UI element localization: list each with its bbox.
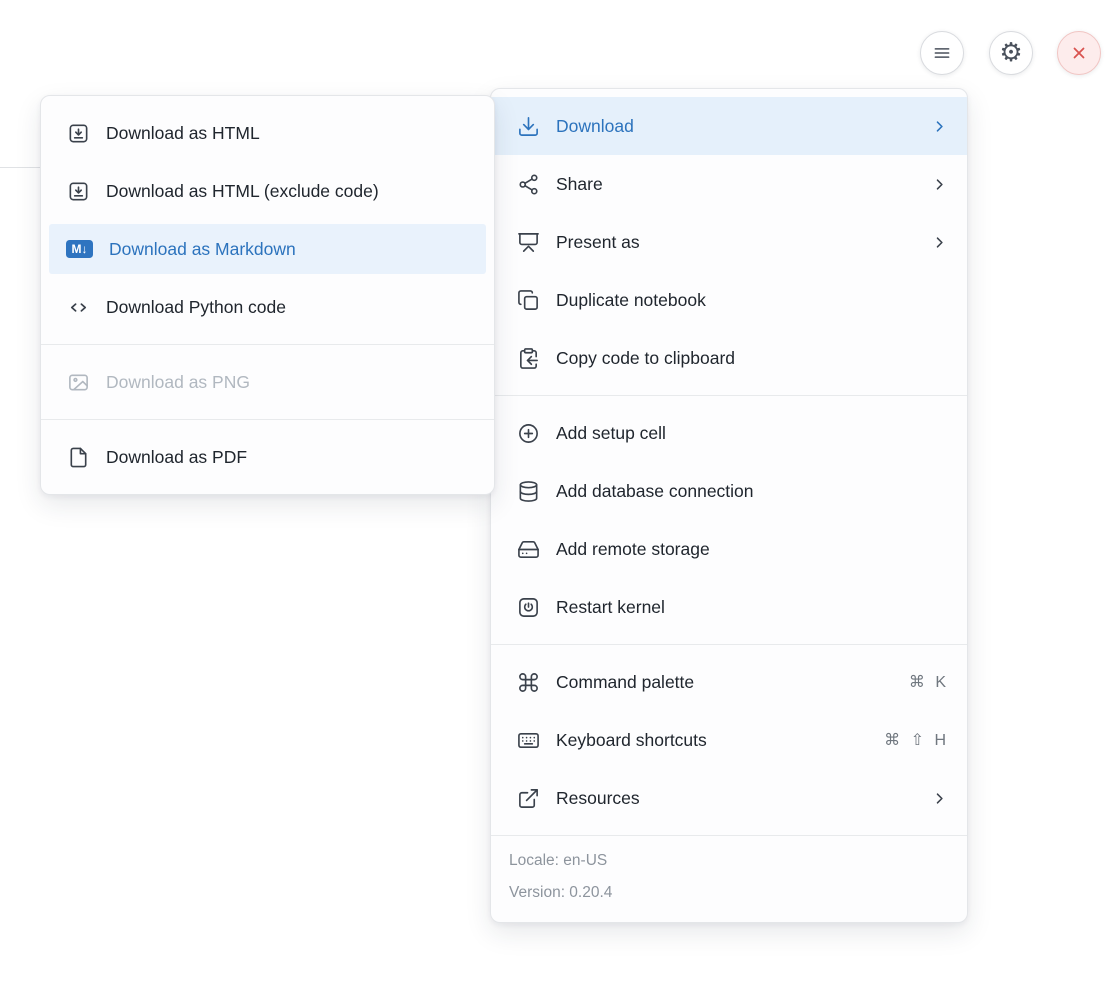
menu-item-label: Add remote storage	[556, 539, 949, 560]
menu-item-duplicate-notebook[interactable]: Duplicate notebook	[491, 271, 967, 329]
database-icon	[516, 479, 540, 503]
menu-item-add-setup-cell[interactable]: Add setup cell	[491, 404, 967, 462]
menu-item-label: Command palette	[556, 672, 893, 693]
markdown-badge: M↓	[66, 240, 93, 258]
keyboard-icon	[516, 728, 540, 752]
shutdown-button[interactable]	[1057, 31, 1101, 75]
menu-item-label: Keyboard shortcuts	[556, 730, 868, 751]
presentation-icon	[516, 230, 540, 254]
menu-item-download[interactable]: Download	[491, 97, 967, 155]
hamburger-icon	[932, 43, 952, 63]
share-icon	[516, 172, 540, 196]
submenu-item-download-pdf[interactable]: Download as PDF	[41, 428, 494, 486]
submenu-item-download-markdown[interactable]: M↓ Download as Markdown	[49, 224, 486, 274]
menu-item-restart-kernel[interactable]: Restart kernel	[491, 578, 967, 636]
menu-item-label: Add setup cell	[556, 423, 949, 444]
locale-text: Locale: en-US	[509, 845, 949, 877]
menu-item-label: Copy code to clipboard	[556, 348, 949, 369]
submenu-item-download-html-exclude-code[interactable]: Download as HTML (exclude code)	[41, 162, 494, 220]
notebook-actions-menu: Download Share Present	[490, 88, 968, 923]
menu-footer: Locale: en-US Version: 0.20.4	[491, 835, 967, 922]
menu-item-share[interactable]: Share	[491, 155, 967, 213]
chevron-right-icon	[929, 117, 949, 136]
menu-separator	[491, 395, 967, 396]
markdown-icon: M↓	[66, 237, 93, 261]
submenu-item-download-python-code[interactable]: Download Python code	[41, 278, 494, 336]
chevron-right-icon	[929, 175, 949, 194]
menu-item-label: Resources	[556, 788, 913, 809]
external-link-icon	[516, 786, 540, 810]
shortcut-hint: ⌘ K	[909, 672, 949, 692]
settings-button[interactable]: ⚙	[989, 31, 1033, 75]
file-download-icon	[66, 179, 90, 203]
menu-item-label: Duplicate notebook	[556, 290, 949, 311]
menu-item-keyboard-shortcuts[interactable]: Keyboard shortcuts ⌘ ⇧ H	[491, 711, 967, 769]
menu-separator	[41, 419, 494, 420]
plus-circle-icon	[516, 421, 540, 445]
clipboard-copy-icon	[516, 346, 540, 370]
menu-item-label: Add database connection	[556, 481, 949, 502]
menu-separator	[491, 644, 967, 645]
menu-separator	[41, 344, 494, 345]
chevron-right-icon	[929, 789, 949, 808]
menu-item-copy-code[interactable]: Copy code to clipboard	[491, 329, 967, 387]
menu-item-label: Download as HTML (exclude code)	[106, 181, 476, 202]
menu-item-present-as[interactable]: Present as	[491, 213, 967, 271]
command-icon	[516, 670, 540, 694]
download-icon	[516, 114, 540, 138]
menu-item-add-remote-storage[interactable]: Add remote storage	[491, 520, 967, 578]
menu-item-label: Download as Markdown	[109, 239, 478, 260]
shortcut-hint: ⌘ ⇧ H	[884, 730, 949, 750]
menu-item-label: Download	[556, 116, 913, 137]
file-icon	[66, 445, 90, 469]
menu-item-label: Share	[556, 174, 913, 195]
power-icon	[516, 595, 540, 619]
duplicate-icon	[516, 288, 540, 312]
menu-item-add-database-connection[interactable]: Add database connection	[491, 462, 967, 520]
underlying-cell-border	[0, 130, 40, 168]
menu-item-label: Download as PDF	[106, 447, 476, 468]
version-text: Version: 0.20.4	[509, 877, 949, 909]
menu-item-label: Download as HTML	[106, 123, 476, 144]
menu-item-command-palette[interactable]: Command palette ⌘ K	[491, 653, 967, 711]
chevron-right-icon	[929, 233, 949, 252]
gear-icon: ⚙	[999, 39, 1022, 65]
submenu-item-download-html[interactable]: Download as HTML	[41, 104, 494, 162]
code-icon	[66, 295, 90, 319]
menu-item-resources[interactable]: Resources	[491, 769, 967, 827]
hard-drive-icon	[516, 537, 540, 561]
close-icon	[1070, 44, 1088, 62]
menu-item-label: Download Python code	[106, 297, 476, 318]
menu-item-label: Download as PNG	[106, 372, 476, 393]
download-submenu: Download as HTML Download as HTML (exclu…	[40, 95, 495, 495]
image-icon	[66, 370, 90, 394]
menu-item-label: Restart kernel	[556, 597, 949, 618]
submenu-item-download-png: Download as PNG	[41, 353, 494, 411]
file-download-icon	[66, 121, 90, 145]
app-background: ⚙ Download	[0, 0, 1118, 984]
menu-item-label: Present as	[556, 232, 913, 253]
notebook-menu-button[interactable]	[920, 31, 964, 75]
